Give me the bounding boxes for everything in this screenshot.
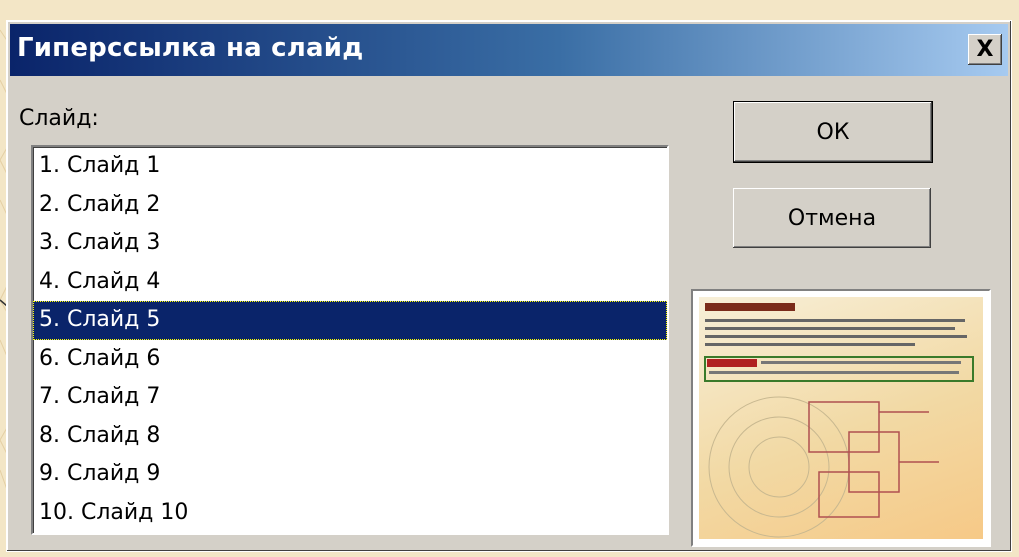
- cancel-button[interactable]: Отмена: [733, 188, 931, 248]
- slide-preview: [691, 289, 991, 547]
- title-bar[interactable]: Гиперссылка на слайд X: [10, 24, 1008, 76]
- list-item[interactable]: 10. Слайд 10: [33, 494, 667, 533]
- slide-list-label: Слайд:: [19, 106, 99, 131]
- list-item[interactable]: 1. Слайд 1: [33, 147, 667, 186]
- list-item[interactable]: 2. Слайд 2: [33, 186, 667, 225]
- ok-button-label: ОК: [816, 119, 850, 145]
- list-item[interactable]: 8. Слайд 8: [33, 417, 667, 456]
- list-item[interactable]: 7. Слайд 7: [33, 378, 667, 417]
- list-item[interactable]: 9. Слайд 9: [33, 455, 667, 494]
- cancel-button-label: Отмена: [787, 205, 877, 231]
- slide-thumbnail: [699, 297, 983, 539]
- slide-thumbnail-image: [704, 303, 974, 538]
- close-icon: X: [976, 37, 994, 62]
- ok-button[interactable]: ОК: [733, 101, 933, 163]
- slide-listbox[interactable]: 1. Слайд 1 2. Слайд 2 3. Слайд 3 4. Слайд 4…: [31, 145, 669, 535]
- dialog-title: Гиперссылка на слайд: [17, 33, 364, 63]
- close-button[interactable]: X: [968, 34, 1002, 65]
- list-item[interactable]: 5. Слайд 5: [33, 301, 667, 340]
- list-item[interactable]: 6. Слайд 6: [33, 340, 667, 379]
- list-item[interactable]: 3. Слайд 3: [33, 224, 667, 263]
- list-item[interactable]: 4. Слайд 4: [33, 263, 667, 302]
- hyperlink-to-slide-dialog: Гиперссылка на слайд X Слайд: 1. Слайд 1…: [6, 20, 1012, 552]
